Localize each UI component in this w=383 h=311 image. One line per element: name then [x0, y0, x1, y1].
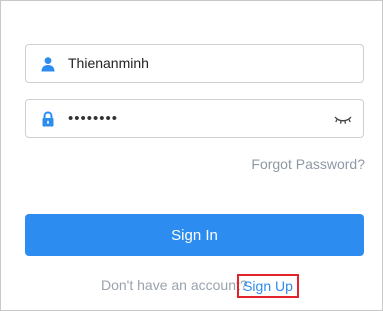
- signup-prompt: Don't have an account?: [101, 277, 248, 293]
- sign-up-link[interactable]: Sign Up: [237, 274, 299, 298]
- user-icon: [41, 57, 55, 72]
- signup-row: Don't have an account? Sign Up: [1, 274, 382, 298]
- login-panel: Thienanminh •••••••• Forgot Password? Si…: [0, 0, 383, 311]
- username-field[interactable]: Thienanminh: [25, 44, 364, 83]
- password-value[interactable]: ••••••••: [68, 100, 118, 137]
- username-value[interactable]: Thienanminh: [68, 45, 149, 82]
- forgot-password-link[interactable]: Forgot Password?: [251, 156, 365, 172]
- sign-in-button[interactable]: Sign In: [25, 214, 364, 256]
- password-field[interactable]: ••••••••: [25, 99, 364, 138]
- eye-closed-icon[interactable]: [333, 112, 353, 126]
- lock-icon: [42, 111, 54, 127]
